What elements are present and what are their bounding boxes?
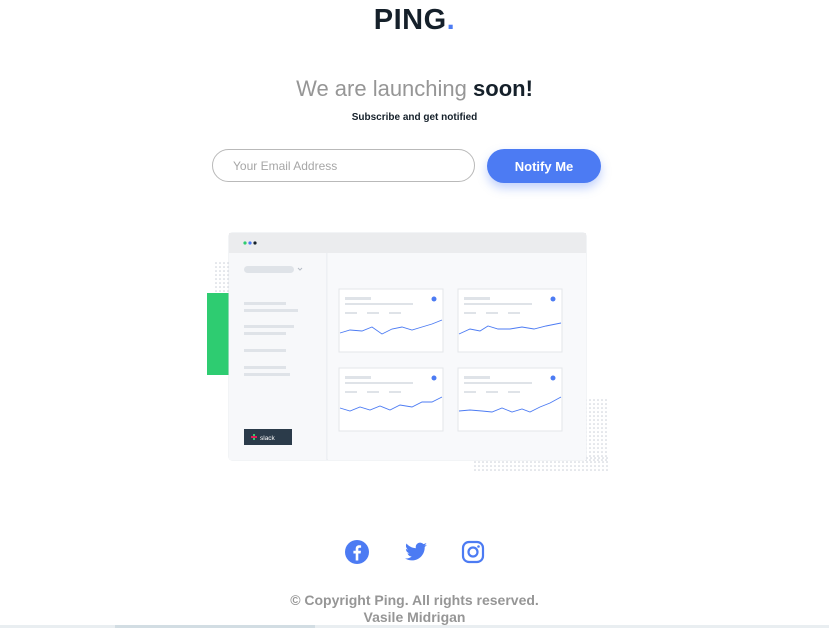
social-links — [0, 540, 829, 564]
notify-me-button[interactable]: Notify Me — [487, 149, 601, 183]
copyright-text: © Copyright Ping. All rights reserved. — [290, 592, 539, 608]
slack-badge-label: slack — [260, 435, 276, 442]
page-title: We are launching soon! — [0, 76, 829, 102]
chart-card-2 — [457, 288, 563, 353]
subtitle: Subscribe and get notified — [351, 112, 478, 123]
dashboard-illustration: slack — [207, 232, 608, 471]
footer: © Copyright Ping. All rights reserved. V… — [0, 592, 829, 626]
twitter-icon[interactable] — [403, 540, 427, 564]
headline-light: We are launching — [296, 76, 467, 101]
window-titlebar — [229, 233, 586, 253]
chart-card-1 — [338, 288, 444, 353]
author-text: Vasile Midrigan — [363, 609, 466, 625]
email-field[interactable] — [212, 149, 475, 182]
chart-card-4 — [457, 367, 563, 432]
facebook-icon[interactable] — [344, 540, 369, 564]
headline-bold: soon! — [473, 76, 533, 101]
logo: PING. — [0, 4, 829, 37]
logo-dot: . — [446, 4, 456, 36]
logo-text: PING — [373, 4, 447, 36]
chart-card-3 — [338, 367, 444, 432]
window-sidebar — [229, 253, 327, 460]
instagram-icon[interactable] — [461, 540, 485, 564]
